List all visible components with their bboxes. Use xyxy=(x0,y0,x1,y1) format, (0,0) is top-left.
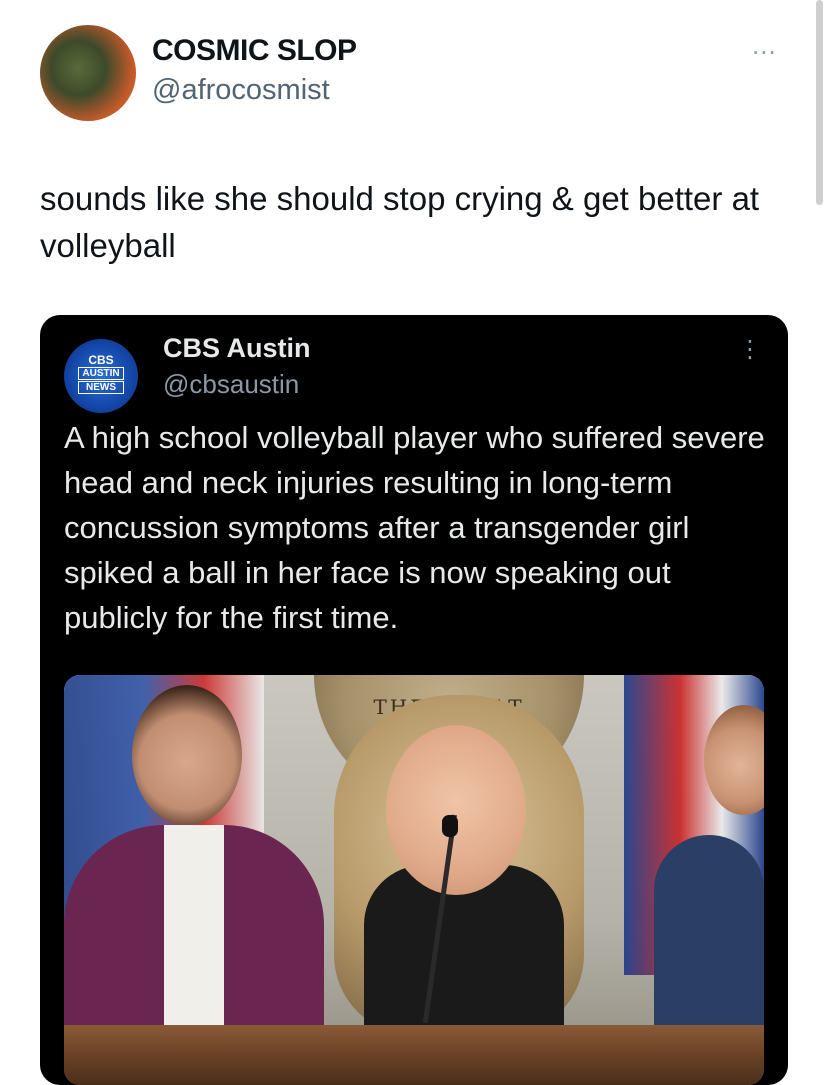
scrollbar[interactable] xyxy=(816,0,823,205)
logo-line-2: AUSTIN xyxy=(78,367,124,380)
quoted-more-options-icon[interactable]: ⋮ xyxy=(738,338,762,362)
logo-line-1: CBS xyxy=(88,353,114,367)
more-options-icon[interactable]: ... xyxy=(752,30,777,61)
woman-left-shirt xyxy=(164,825,224,1055)
quoted-author-display-name[interactable]: CBS Austin xyxy=(163,333,311,364)
woman-left-head xyxy=(132,685,242,825)
quoted-author-avatar[interactable]: CBS AUSTIN NEWS xyxy=(64,339,138,413)
quoted-tweet-card[interactable]: CBS AUSTIN NEWS CBS Austin @cbsaustin ⋮ … xyxy=(40,315,788,1085)
quoted-tweet-photo[interactable]: THE GREAT CAROLINA xyxy=(64,675,764,1085)
logo-line-3: NEWS xyxy=(78,381,124,394)
author-avatar[interactable] xyxy=(40,25,136,121)
podium xyxy=(64,1025,764,1085)
speaker-face xyxy=(386,725,526,895)
author-handle[interactable]: @afrocosmist xyxy=(152,74,330,107)
cbs-austin-logo: CBS AUSTIN NEWS xyxy=(74,353,128,395)
microphone-icon xyxy=(442,815,458,837)
quoted-tweet-text: A high school volleyball player who suff… xyxy=(64,420,765,635)
tweet-text: sounds like she should stop crying & get… xyxy=(40,180,760,264)
author-display-name[interactable]: COSMIC SLOP xyxy=(152,34,357,68)
quoted-author-handle[interactable]: @cbsaustin xyxy=(163,369,299,400)
